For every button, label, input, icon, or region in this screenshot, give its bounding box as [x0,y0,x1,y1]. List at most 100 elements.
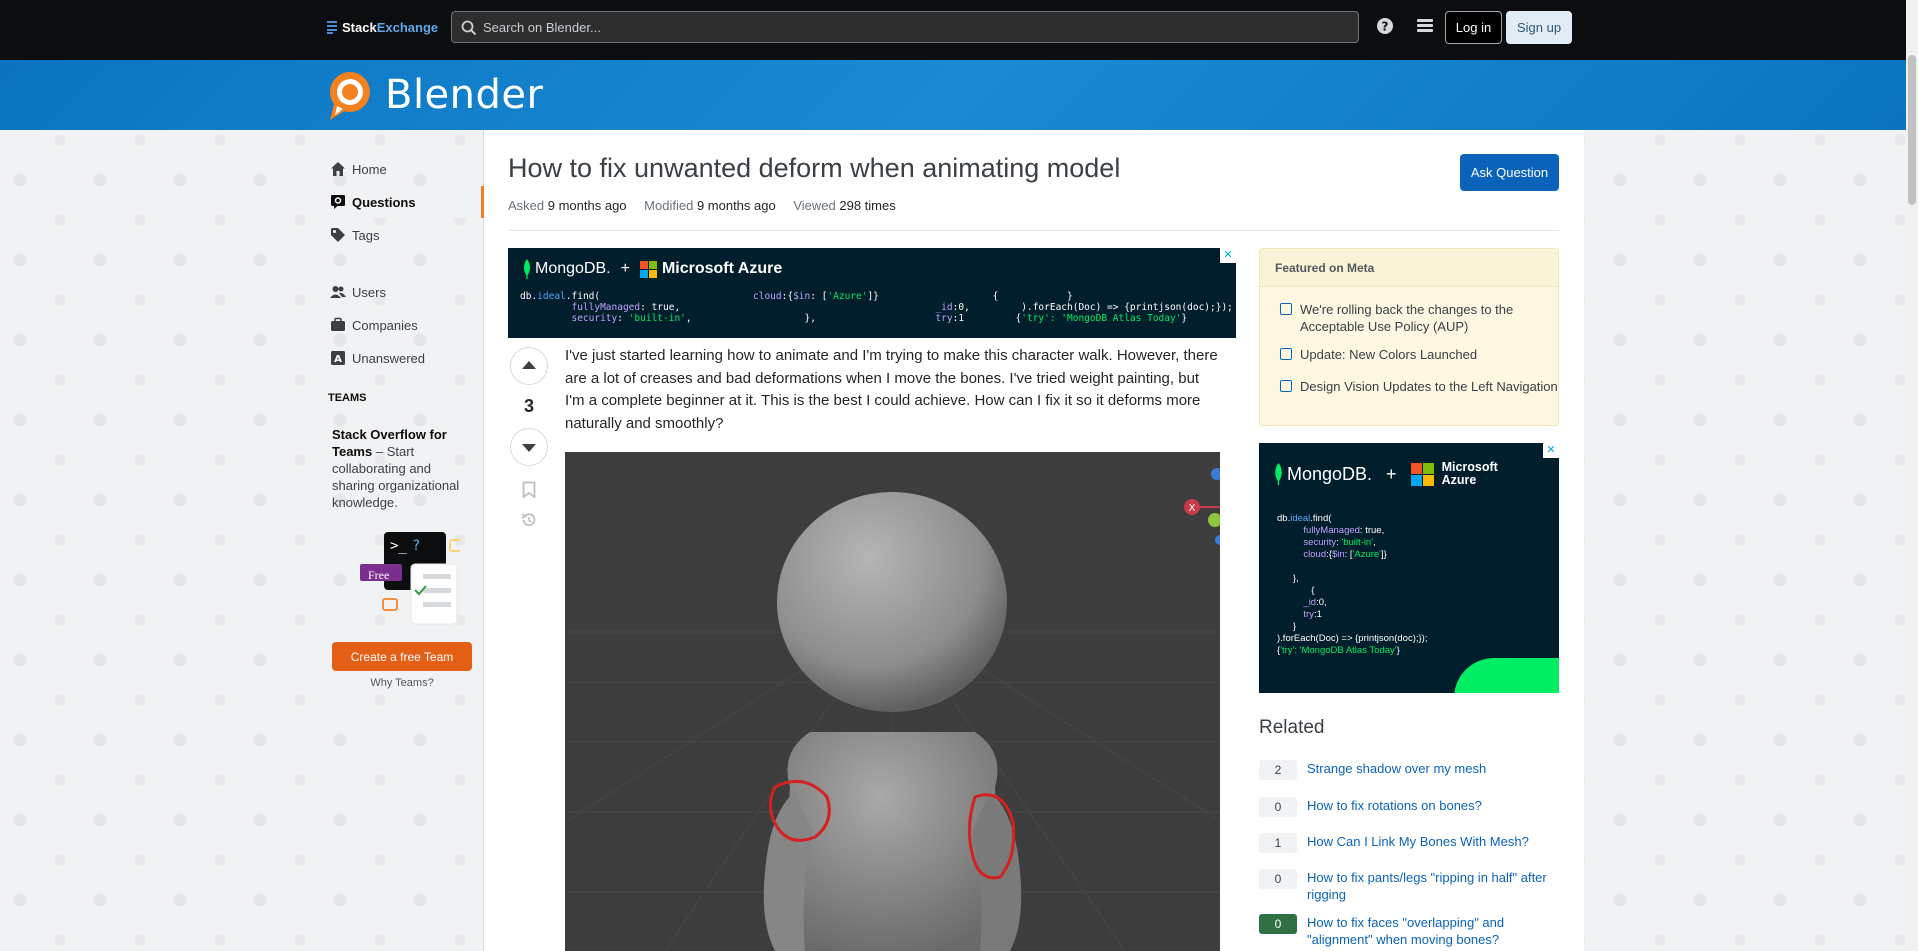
mongodb-leaf-icon [1275,463,1282,485]
nav-questions[interactable]: Questions [320,186,484,218]
nav-tags[interactable]: Tags [320,219,484,251]
related-item[interactable]: 0 How to fix rotations on bones? [1259,797,1559,817]
signup-button[interactable]: Sign up [1506,11,1572,44]
help-icon[interactable]: ? [1376,17,1394,35]
svg-text:?: ? [1382,20,1389,34]
question-meta: Asked 9 months ago Modified 9 months ago… [508,198,910,213]
ad-code-snippet-3: { } _id:0, ).forEach(Doc) => {printjson(… [935,291,1233,324]
ad-brand: MongoDB. + Microsoft Azure [522,259,782,279]
meta-post-icon [1280,380,1292,392]
history-icon[interactable] [520,511,538,529]
bookmark-icon[interactable] [522,481,536,499]
why-teams-link[interactable]: Why Teams? [332,677,472,689]
related-link[interactable]: How Can I Link My Bones With Mesh? [1307,833,1529,853]
microsoft-logo-icon [639,260,657,278]
related-item[interactable]: 2 Strange shadow over my mesh [1259,760,1559,780]
asked-label: Asked [508,198,545,213]
ad-code-snippet: db.ideal.find( fullyManaged: true, secur… [1277,513,1428,656]
ad-close-icon[interactable]: ✕ [1543,443,1559,458]
related-heading: Related [1259,717,1325,738]
login-button[interactable]: Log in [1445,11,1502,44]
scrollbar-thumb[interactable] [1908,55,1916,205]
related-link[interactable]: How to fix pants/legs "ripping in half" … [1307,869,1559,903]
nav-home-label: Home [352,161,387,177]
featured-on-meta: Featured on Meta We're rolling back the … [1259,248,1559,426]
home-icon [331,162,345,176]
upvote-button[interactable] [510,347,548,385]
featured-item[interactable]: Design Vision Updates to the Left Naviga… [1280,378,1558,395]
featured-item[interactable]: We're rolling back the changes to the Ac… [1280,301,1558,335]
ad-code-snippet-1: db.ideal.find( fullyManaged: true, secur… [520,291,692,324]
ad-close-icon[interactable]: ✕ [1220,248,1236,263]
nav-unanswered[interactable]: A Unanswered [320,342,484,374]
modified-value[interactable]: 9 months ago [697,198,776,213]
nav-users[interactable]: Users [320,276,484,308]
viewed-value: 298 times [839,198,896,213]
site-banner: Blender [0,60,1906,130]
asked-value: 9 months ago [547,198,627,213]
advertisement-banner[interactable]: ✕ MongoDB. + Microsoft Azure db.ideal.fi… [508,248,1236,338]
related-item[interactable]: 0 How to fix faces "overlapping" and "al… [1259,914,1559,948]
meta-post-icon [1280,303,1292,315]
stackexchange-logo[interactable]: Stack Exchange [327,17,438,37]
nav-users-label: Users [352,284,386,300]
ad-plus: + [620,260,630,277]
tag-icon [331,228,345,242]
viewed-label: Viewed [793,198,836,213]
related-item[interactable]: 1 How Can I Link My Bones With Mesh? [1259,833,1559,853]
downvote-button[interactable] [510,428,548,466]
featured-item[interactable]: Update: New Colors Launched [1280,346,1477,363]
nav-companies[interactable]: Companies [320,309,484,341]
ad-brand: MongoDB. + Microsoft Azure [1273,461,1498,487]
questions-icon [331,195,345,209]
related-item[interactable]: 0 How to fix pants/legs "ripping in half… [1259,869,1559,903]
teams-heading: TEAMS [328,392,367,404]
search-box[interactable] [451,11,1359,43]
question-image[interactable]: X [565,452,1220,951]
briefcase-icon [331,317,345,331]
question-body: I've just started learning how to animat… [565,347,1218,432]
logo-stack-text: Stack [342,19,377,35]
mongodb-leaf-icon [524,259,530,279]
featured-item-label: Design Vision Updates to the Left Naviga… [1300,379,1558,394]
nav-unanswered-label: Unanswered [352,350,425,366]
arrow-down-icon [522,444,536,452]
create-team-button[interactable]: Create a free Team [332,642,472,671]
nav-questions-label: Questions [352,194,416,210]
teams-illustration: >_ ? Free [340,530,465,630]
featured-heading: Featured on Meta [1260,249,1558,287]
related-link[interactable]: Strange shadow over my mesh [1307,760,1486,780]
meta-post-icon [1280,348,1292,360]
nav-home[interactable]: Home [320,153,484,185]
free-badge: Free [368,568,390,582]
blender-logo-icon[interactable] [326,70,376,122]
logo-exchange-text: Exchange [376,19,439,35]
arrow-up-icon [522,361,536,369]
teams-promo: Stack Overflow for Teams – Start collabo… [332,426,472,511]
related-score: 0 [1259,869,1297,889]
ad-code-snippet-2: cloud:{$in: ['Azure']} }, [753,291,879,324]
related-link[interactable]: How to fix rotations on bones? [1307,797,1482,817]
vote-count: 3 [523,396,534,416]
site-switcher-icon[interactable] [1416,17,1434,35]
sidebar-advertisement[interactable]: ✕ MongoDB. + Microsoft Azure db.ideal.fi… [1259,443,1559,693]
related-score: 2 [1259,760,1297,780]
svg-text:X: X [1189,503,1196,514]
related-score: 0 [1259,797,1297,817]
nav-tags-label: Tags [352,227,380,243]
question-title[interactable]: How to fix unwanted deform when animatin… [508,153,1120,184]
stackexchange-icon [327,20,337,34]
search-input[interactable] [483,12,1343,42]
unanswered-icon: A [331,351,345,365]
ad-mongodb-text: MongoDB. [535,260,611,277]
ad-plus: + [1386,463,1397,484]
ad-azure-line-2: Azure [1441,473,1477,487]
svg-text:>_: >_ [390,538,407,554]
page-scrollbar[interactable] [1906,0,1918,951]
ask-question-button[interactable]: Ask Question [1460,154,1559,191]
site-name[interactable]: Blender [385,72,543,118]
ad-cta-shape [1454,658,1559,693]
featured-item-label: We're rolling back the changes to the Ac… [1300,302,1514,334]
nav-companies-label: Companies [352,317,418,333]
related-link[interactable]: How to fix faces "overlapping" and "alig… [1307,914,1559,948]
